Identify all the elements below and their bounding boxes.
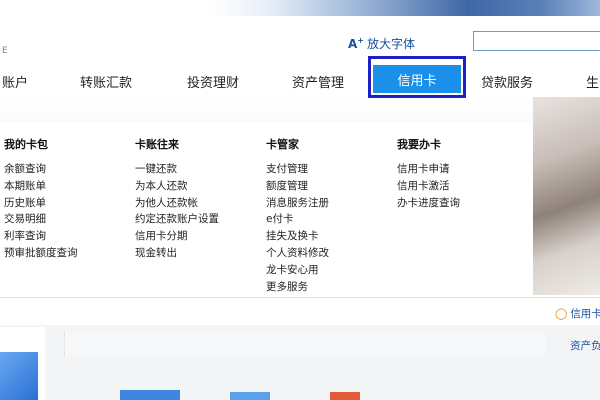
- menu-item[interactable]: 余额查询: [4, 161, 78, 178]
- menu-item[interactable]: 支付管理: [266, 161, 329, 178]
- menu-column-title: 卡管家: [266, 138, 299, 151]
- menu-item[interactable]: 消息服务注册: [266, 195, 329, 212]
- content-row: [64, 331, 545, 357]
- menu-item[interactable]: 利率查询: [4, 228, 78, 245]
- menu-item[interactable]: 本期账单: [4, 178, 78, 195]
- menu-item[interactable]: 一键还款: [135, 161, 219, 178]
- menu-item[interactable]: 挂失及换卡: [266, 228, 329, 245]
- menu-column-my-cards: 我的卡包 余额查询 本期账单 历史账单 交易明细 利率查询 预审批额度查询: [4, 136, 78, 262]
- menu-item[interactable]: 额度管理: [266, 178, 329, 195]
- menu-item[interactable]: 信用卡分期: [135, 228, 219, 245]
- dropdown-shade: [0, 98, 600, 122]
- top-banner: [0, 0, 600, 16]
- menu-item[interactable]: 预审批额度查询: [4, 245, 78, 262]
- nav-item-investment[interactable]: 投资理财: [187, 72, 239, 91]
- menu-item[interactable]: 交易明细: [4, 211, 78, 228]
- enlarge-font-label: 放大字体: [367, 36, 416, 51]
- menu-item[interactable]: 现金转出: [135, 245, 219, 262]
- nav-item-loans[interactable]: 贷款服务: [481, 72, 533, 91]
- menu-column-title: 我的卡包: [4, 138, 48, 151]
- nav-item-life[interactable]: 生: [586, 72, 599, 91]
- menu-item[interactable]: 为本人还款: [135, 178, 219, 195]
- menu-column-title: 我要办卡: [397, 138, 441, 151]
- logo-fragment: E: [2, 46, 8, 56]
- menu-column-card-manager: 卡管家 支付管理 额度管理 消息服务注册 e付卡 挂失及换卡 个人资料修改 龙卡…: [266, 136, 329, 295]
- app-tile[interactable]: [230, 392, 270, 400]
- search-input[interactable]: [473, 31, 600, 51]
- menu-item[interactable]: 信用卡激活: [397, 178, 460, 195]
- divider: [0, 297, 600, 298]
- app-tile[interactable]: [0, 352, 38, 400]
- asset-link[interactable]: 资产负: [570, 338, 600, 353]
- menu-item[interactable]: 龙卡安心用: [266, 262, 329, 279]
- menu-item[interactable]: 办卡进度查询: [397, 195, 460, 212]
- menu-item[interactable]: e付卡: [266, 211, 329, 228]
- menu-column-apply: 我要办卡 信用卡申请 信用卡激活 办卡进度查询: [397, 136, 460, 211]
- menu-item[interactable]: 信用卡申请: [397, 161, 460, 178]
- menu-item[interactable]: 历史账单: [4, 195, 78, 212]
- nav-item-assets[interactable]: 资产管理: [292, 72, 344, 91]
- credit-card-help-link[interactable]: ◯ 信用卡: [555, 306, 600, 321]
- highlight-annotation-box: [368, 56, 466, 98]
- menu-item[interactable]: 约定还款账户设置: [135, 211, 219, 228]
- menu-column-repayment: 卡账往来 一键还款 为本人还款 为他人还款帐 约定还款账户设置 信用卡分期 现金…: [135, 136, 219, 262]
- menu-item[interactable]: 为他人还款帐: [135, 195, 219, 212]
- enlarge-font-button[interactable]: A+ 放大字体: [348, 35, 415, 51]
- nav-item-transfer[interactable]: 转账汇款: [80, 72, 132, 91]
- menu-column-title: 卡账往来: [135, 138, 179, 151]
- lightbulb-icon: ◯: [555, 307, 568, 320]
- menu-item[interactable]: 个人资料修改: [266, 245, 329, 262]
- app-tile[interactable]: [120, 390, 180, 400]
- menu-item[interactable]: 更多服务: [266, 279, 329, 296]
- font-size-increase-icon: A+: [348, 35, 364, 51]
- help-link-label: 信用卡: [570, 308, 600, 320]
- promo-image: [533, 97, 600, 295]
- app-tile[interactable]: [330, 392, 360, 400]
- main-nav: 账户 转账汇款 投资理财 资产管理 贷款服务 生: [0, 60, 600, 98]
- nav-item-account[interactable]: 账户: [2, 72, 28, 91]
